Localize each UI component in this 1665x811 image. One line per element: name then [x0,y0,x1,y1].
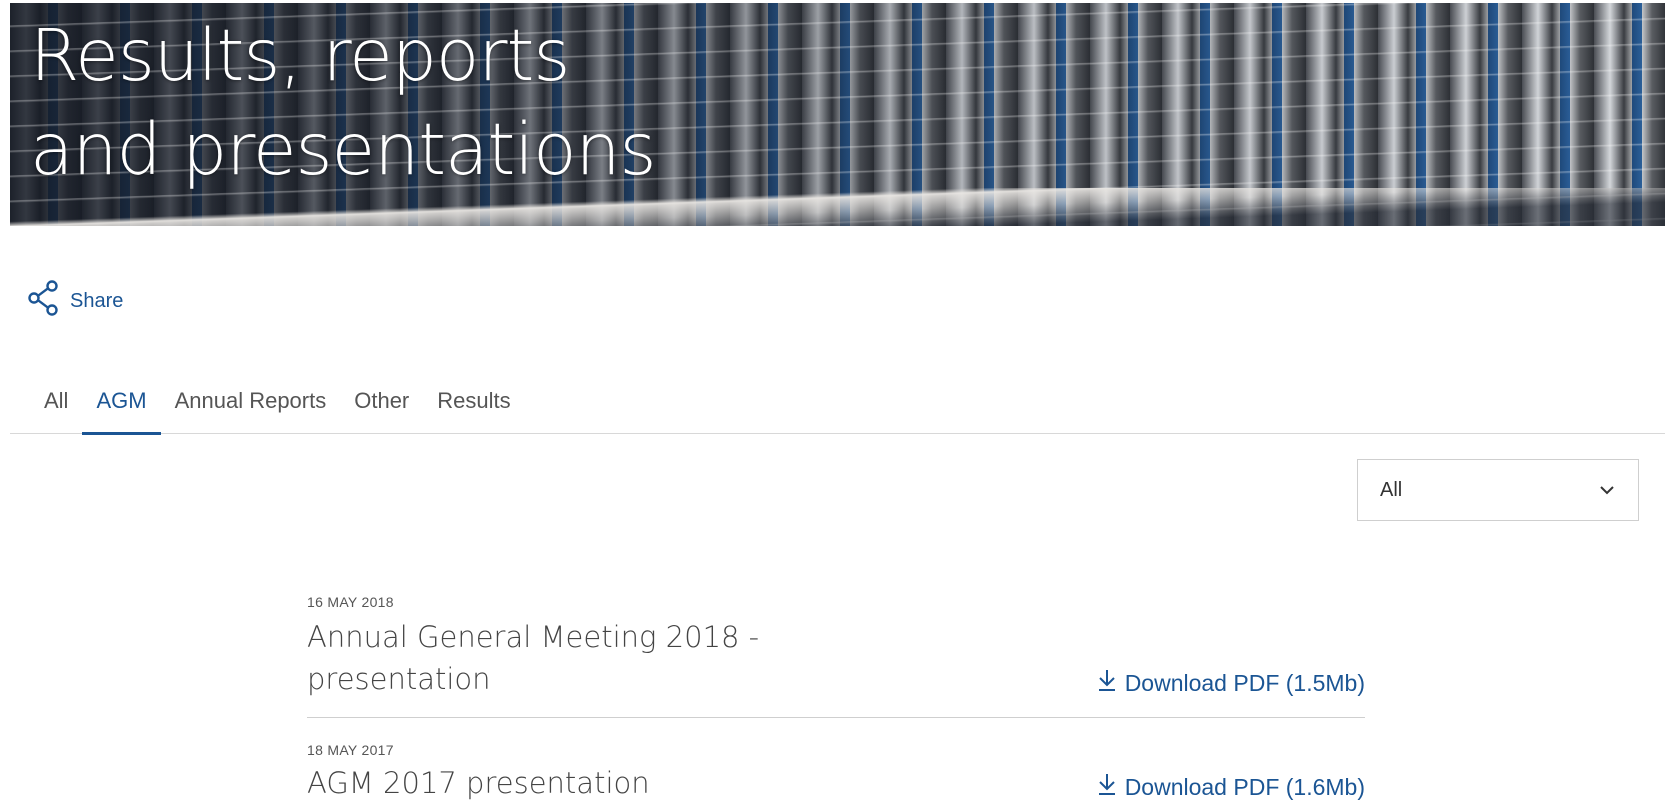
year-filter-value: All [1380,478,1403,501]
year-filter-select[interactable]: All [1357,459,1639,521]
tab-other[interactable]: Other [340,370,423,434]
item-date: 16 MAY 2018 [307,594,394,610]
download-icon [1097,772,1117,802]
item-date: 18 MAY 2017 [307,742,394,758]
page-title-line-1: Results, reports [30,14,570,97]
tab-results[interactable]: Results [423,370,524,434]
page-title: Results, reports and presentations [30,9,657,197]
list-item: 16 MAY 2018 Annual General Meeting 2018 … [307,590,1365,718]
chevron-down-icon [1598,479,1616,502]
download-pdf-link[interactable]: Download PDF (1.5Mb) [1097,668,1365,698]
share-label: Share [70,289,124,312]
item-title: AGM 2017 presentation [307,766,650,800]
page-title-line-2: and presentations [30,108,657,191]
tab-agm[interactable]: AGM [82,370,161,435]
item-title: Annual General Meeting 2018 - presentati… [307,620,760,696]
download-label: Download PDF (1.5Mb) [1124,669,1365,696]
download-icon [1097,668,1117,698]
download-pdf-link[interactable]: Download PDF (1.6Mb) [1097,772,1365,802]
document-list: 16 MAY 2018 Annual General Meeting 2018 … [307,590,1365,811]
tab-annual-reports[interactable]: Annual Reports [161,370,341,434]
list-item: 18 MAY 2017 AGM 2017 presentation Downlo… [307,718,1365,811]
hero-banner: Results, reports and presentations [10,3,1665,226]
share-icon [28,280,60,322]
tab-all[interactable]: All [30,370,82,434]
share-button[interactable]: Share [28,280,123,322]
download-label: Download PDF (1.6Mb) [1124,773,1365,800]
category-tabs: All AGM Annual Reports Other Results [10,370,1665,435]
